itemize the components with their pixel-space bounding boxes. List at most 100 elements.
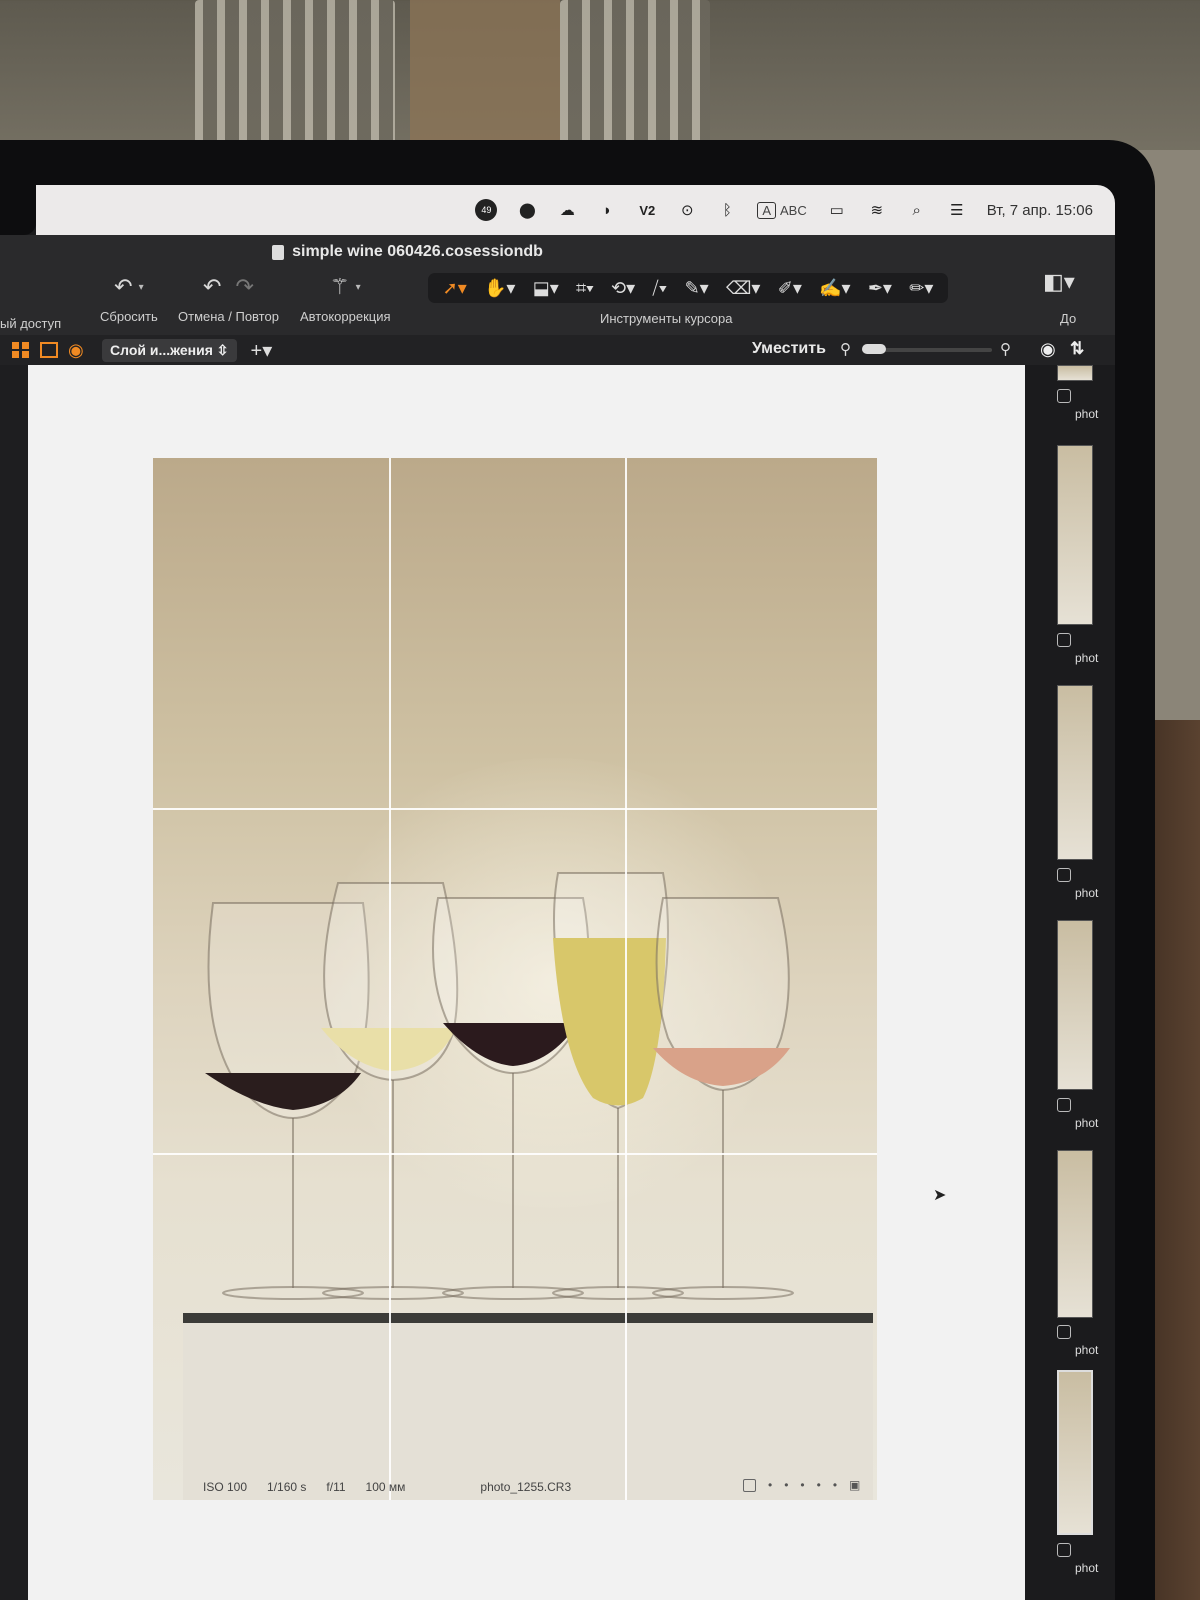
picker-icon[interactable]: ✒▾ [868, 278, 892, 299]
before-after-icon[interactable]: ◧▾ [1043, 269, 1075, 295]
crop-icon[interactable]: ⌗▾ [576, 278, 594, 299]
loupe-icon[interactable]: ⬓▾ [533, 278, 559, 299]
image-viewer[interactable]: ISO 100 1/160 s f/11 100 мм photo_1255.C… [28, 365, 1025, 1600]
select-checkbox[interactable] [743, 1478, 756, 1492]
eraser-icon[interactable]: ⌫▾ [726, 278, 761, 299]
control-center-icon[interactable]: ☰ [947, 200, 967, 220]
thumbnail[interactable] [1057, 365, 1093, 381]
eye-icon[interactable]: ◉ [68, 341, 86, 359]
image-browser: phot phot phot phot phot phot [1025, 365, 1115, 1600]
magic-wand-icon: ⚚ [329, 274, 350, 299]
color-tag-icon[interactable]: ▣ [849, 1478, 860, 1492]
play-circle-icon[interactable]: ⊙ [677, 200, 697, 220]
hand-pan-icon[interactable]: ✋▾ [484, 278, 515, 299]
annotate-icon[interactable]: ✏▾ [909, 278, 933, 299]
zoom-out-icon[interactable]: ⚲ [840, 340, 851, 358]
sort-icon[interactable]: ⇅ [1070, 339, 1084, 359]
reset-button[interactable]: ↶ ▾ Сбросить [100, 273, 158, 324]
cursor-tools-label: Инструменты курсора [600, 311, 733, 326]
rotate-icon[interactable]: ⟲▾ [611, 278, 635, 299]
gradient-mask-icon[interactable]: ✍▾ [819, 278, 850, 299]
thumbnail-checkbox[interactable] [1057, 868, 1071, 882]
battery-icon[interactable]: ▭ [827, 200, 847, 220]
pen-icon[interactable]: ✐▾ [778, 278, 802, 299]
badge-49-icon[interactable]: 49 [475, 199, 498, 221]
thumbnail-label: phot [1075, 886, 1099, 900]
autocorrect-button[interactable]: ⚚ ▾ Автокоррекция [300, 273, 391, 324]
focal-value: 100 мм [365, 1480, 406, 1494]
wifi-icon[interactable]: ≋ [867, 200, 887, 220]
grid-line [389, 458, 391, 1500]
input-source-a: A [757, 201, 777, 219]
thumbnail[interactable] [1057, 685, 1093, 860]
photo-preview[interactable] [153, 458, 877, 1500]
undo-redo-button[interactable]: ↶ ↷ Отмена / Повтор [178, 273, 279, 324]
single-view-icon[interactable] [40, 342, 58, 358]
before-label[interactable]: До [1060, 311, 1076, 326]
multi-view-icon[interactable] [12, 342, 30, 358]
v2-icon[interactable]: V2 [637, 200, 657, 220]
thumbnail-checkbox[interactable] [1057, 1325, 1071, 1339]
filename: photo_1255.CR3 [480, 1480, 572, 1494]
window-title: simple wine 060426.cosessiondb [292, 243, 543, 260]
radiator [195, 0, 395, 150]
swift-icon[interactable]: ◗ [597, 200, 617, 220]
redo-icon: ↷ [235, 274, 254, 299]
keystone-icon[interactable]: ⧸▾ [652, 278, 667, 299]
autocorrect-label: Автокоррекция [300, 309, 391, 324]
eye-icon[interactable]: ◉ [1040, 339, 1056, 360]
grid-line [153, 808, 877, 810]
left-tool-panel [0, 365, 28, 1600]
wine-glasses [205, 872, 794, 1300]
thumbnail-checkbox[interactable] [1057, 1098, 1071, 1112]
zoom-slider-handle[interactable] [862, 344, 886, 354]
thumbnail-checkbox[interactable] [1057, 633, 1071, 647]
mouse-pointer-icon: ➤ [933, 1187, 947, 1204]
thumbnail[interactable] [1057, 920, 1093, 1090]
window-titlebar: simple wine 060426.cosessiondb [0, 235, 1115, 269]
aperture-value: f/11 [326, 1480, 346, 1494]
chevron-down-icon: ▾ [138, 281, 144, 293]
thumbnail-label: phot [1075, 407, 1099, 421]
add-layer-icon[interactable]: +▾ [251, 338, 273, 363]
thumbnail[interactable] [1057, 1150, 1093, 1318]
thumbnail-label: phot [1075, 1116, 1099, 1130]
door-frame [410, 0, 560, 150]
laptop-screen: 49 ⬤ ☁ ◗ V2 ⊙ ᛒ A ABC ▭ ≋ ⌕ ☰ Вт, 7 апр.… [0, 185, 1115, 1600]
rating-bar: • • • • • ▣ [743, 1478, 860, 1492]
screen-corner [0, 185, 36, 235]
thumbnail-checkbox[interactable] [1057, 1543, 1071, 1557]
photo-metadata: ISO 100 1/160 s f/11 100 мм photo_1255.C… [203, 1480, 571, 1494]
shutter-value: 1/160 s [267, 1480, 307, 1494]
viewer-toolbar: ◉ Слой и...жения ⇳ +▾ Уместить ⚲ ⚲ ◉ ⇅ [0, 335, 1115, 365]
fit-button[interactable]: Уместить [752, 340, 826, 358]
select-cursor-icon[interactable]: ➚▾ [443, 278, 467, 299]
menubar-clock[interactable]: Вт, 7 апр. 15:06 [987, 202, 1093, 219]
rating-dot[interactable]: • [784, 1478, 788, 1492]
search-icon[interactable]: ⌕ [907, 200, 927, 220]
thumbnail-checkbox[interactable] [1057, 389, 1071, 403]
bluetooth-icon[interactable]: ᛒ [717, 200, 737, 220]
cursor-tools-group: ➚▾ ✋▾ ⬓▾ ⌗▾ ⟲▾ ⧸▾ ✎▾ ⌫▾ ✐▾ ✍▾ ✒▾ ✏▾ [428, 273, 948, 303]
radiator [560, 0, 710, 150]
access-label[interactable]: ый доступ [0, 316, 61, 331]
macos-menubar: 49 ⬤ ☁ ◗ V2 ⊙ ᛒ A ABC ▭ ≋ ⌕ ☰ Вт, 7 апр.… [36, 185, 1115, 235]
zoom-in-icon[interactable]: ⚲ [1000, 340, 1011, 358]
layer-select[interactable]: Слой и...жения ⇳ [102, 338, 237, 362]
input-source-abc: ABC [780, 202, 807, 218]
app-toolbar: ый доступ ↶ ▾ Сбросить ↶ ↷ Отмена / Повтор… [0, 269, 1115, 335]
thumbnail-selected[interactable] [1057, 1370, 1093, 1535]
brush-icon[interactable]: ✎▾ [685, 278, 709, 299]
rating-dot[interactable]: • [768, 1478, 772, 1492]
input-source-icon[interactable]: A ABC [757, 201, 807, 219]
reset-icon: ↶ [114, 274, 133, 299]
rating-dot[interactable]: • [817, 1478, 821, 1492]
rating-dot[interactable]: • [833, 1478, 837, 1492]
rating-dot[interactable]: • [800, 1478, 804, 1492]
thumbnail[interactable] [1057, 445, 1093, 625]
reset-label: Сбросить [100, 309, 158, 324]
thumbnail-label: phot [1075, 1343, 1099, 1357]
dot-icon[interactable]: ⬤ [517, 200, 537, 220]
layer-select-value: Слой и...жения [110, 341, 213, 358]
creative-cloud-icon[interactable]: ☁ [557, 200, 577, 220]
